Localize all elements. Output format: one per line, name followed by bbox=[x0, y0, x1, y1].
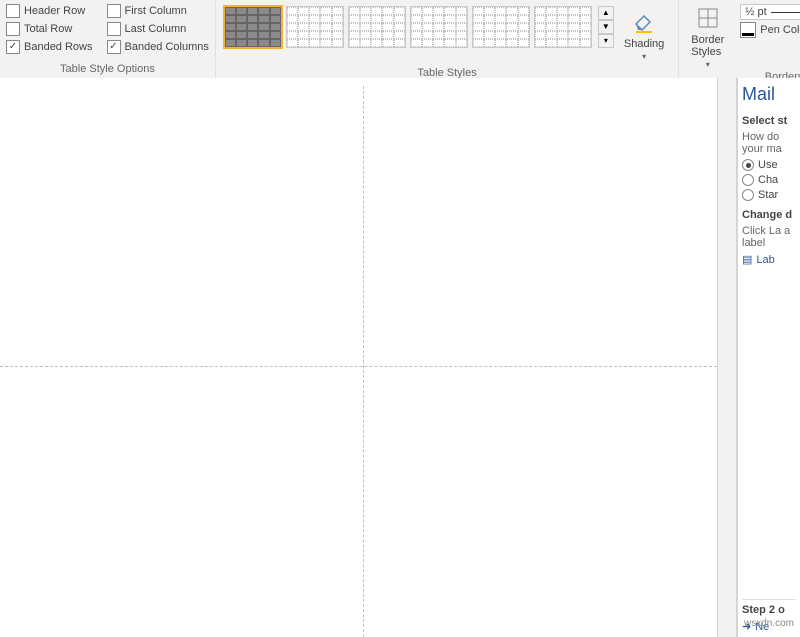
chk-label: Banded Columns bbox=[125, 41, 209, 53]
label-grid bbox=[0, 86, 717, 637]
chk-total-row[interactable]: Total Row bbox=[6, 22, 93, 36]
table-style-4[interactable] bbox=[410, 6, 468, 48]
pane-heading-select: Select st bbox=[742, 115, 796, 127]
chevron-down-icon: ▾ bbox=[706, 60, 710, 69]
label-divider-horizontal bbox=[0, 366, 717, 367]
table-style-5[interactable] bbox=[472, 6, 530, 48]
label-options-link[interactable]: ▤ Lab bbox=[742, 253, 796, 266]
shading-label: Shading bbox=[624, 38, 664, 50]
table-style-2[interactable] bbox=[286, 6, 344, 48]
radio-label: Star bbox=[758, 189, 778, 201]
chk-header-row[interactable]: Header Row bbox=[6, 4, 93, 18]
group-table-styles: ▲ ▼ ▾ Shading ▾ Table Styles bbox=[216, 0, 679, 78]
pen-color-icon bbox=[740, 22, 756, 38]
label-divider-vertical bbox=[363, 86, 364, 637]
mail-merge-pane: Mail Select st How do your ma Use Cha St… bbox=[737, 78, 800, 637]
chk-banded-columns[interactable]: Banded Columns bbox=[107, 40, 209, 54]
pen-color-dropdown[interactable]: Pen Color ▾ bbox=[740, 22, 800, 38]
chevron-down-icon: ▾ bbox=[642, 52, 646, 61]
table-style-1[interactable] bbox=[224, 6, 282, 48]
radio-label: Use bbox=[758, 159, 778, 171]
border-styles-button[interactable]: Border Styles ▾ bbox=[685, 2, 730, 71]
watermark: wsxdn.com bbox=[744, 618, 794, 629]
border-line-controls: ½ pt ▾ Pen Color ▾ bbox=[736, 2, 800, 40]
radio-start[interactable]: Star bbox=[742, 189, 796, 201]
pen-color-label: Pen Color bbox=[760, 24, 800, 36]
table-style-6[interactable] bbox=[534, 6, 592, 48]
radio-use[interactable]: Use bbox=[742, 159, 796, 171]
chk-label: Banded Rows bbox=[24, 41, 93, 53]
group-label: Table Style Options bbox=[6, 63, 209, 78]
group-borders: Border Styles ▾ ½ pt ▾ Pen Color ▾ bbox=[679, 0, 800, 78]
chk-banded-rows[interactable]: Banded Rows bbox=[6, 40, 93, 54]
ribbon: Header Row First Column Total Row Last C… bbox=[0, 0, 800, 79]
pane-text: How do your ma bbox=[742, 131, 796, 155]
table-styles-gallery: ▲ ▼ ▾ Shading ▾ bbox=[222, 2, 672, 67]
chk-label: Last Column bbox=[125, 23, 187, 35]
shading-button[interactable]: Shading ▾ bbox=[618, 6, 670, 63]
line-weight-preview bbox=[771, 12, 800, 13]
gallery-scroll: ▲ ▼ ▾ bbox=[598, 6, 614, 48]
gallery-up-button[interactable]: ▲ bbox=[598, 6, 614, 20]
document-icon: ▤ bbox=[742, 253, 752, 266]
chk-last-column[interactable]: Last Column bbox=[107, 22, 209, 36]
gallery-more-button[interactable]: ▾ bbox=[598, 34, 614, 48]
chk-label: First Column bbox=[125, 5, 187, 17]
pane-text: Click La a label bbox=[742, 225, 796, 249]
chk-first-column[interactable]: First Column bbox=[107, 4, 209, 18]
link-label: Lab bbox=[756, 254, 774, 266]
pane-title: Mail bbox=[742, 84, 796, 105]
chk-label: Header Row bbox=[24, 5, 85, 17]
pane-heading-change: Change d bbox=[742, 209, 796, 221]
document-area: Mail Select st How do your ma Use Cha St… bbox=[0, 78, 800, 637]
radio-change[interactable]: Cha bbox=[742, 174, 796, 186]
line-weight-dropdown[interactable]: ½ pt ▾ bbox=[740, 4, 800, 20]
chk-label: Total Row bbox=[24, 23, 72, 35]
paint-bucket-icon bbox=[630, 8, 658, 36]
page bbox=[0, 86, 717, 637]
line-weight-value: ½ pt bbox=[745, 6, 766, 18]
border-styles-icon bbox=[694, 4, 722, 32]
group-table-style-options: Header Row First Column Total Row Last C… bbox=[0, 0, 216, 78]
vertical-scrollbar-gutter[interactable] bbox=[717, 78, 737, 637]
radio-label: Cha bbox=[758, 174, 778, 186]
gallery-down-button[interactable]: ▼ bbox=[598, 20, 614, 34]
page-viewport[interactable] bbox=[0, 78, 717, 637]
border-styles-label: Border Styles bbox=[691, 34, 724, 58]
step-indicator: Step 2 o bbox=[742, 604, 796, 616]
table-style-3[interactable] bbox=[348, 6, 406, 48]
